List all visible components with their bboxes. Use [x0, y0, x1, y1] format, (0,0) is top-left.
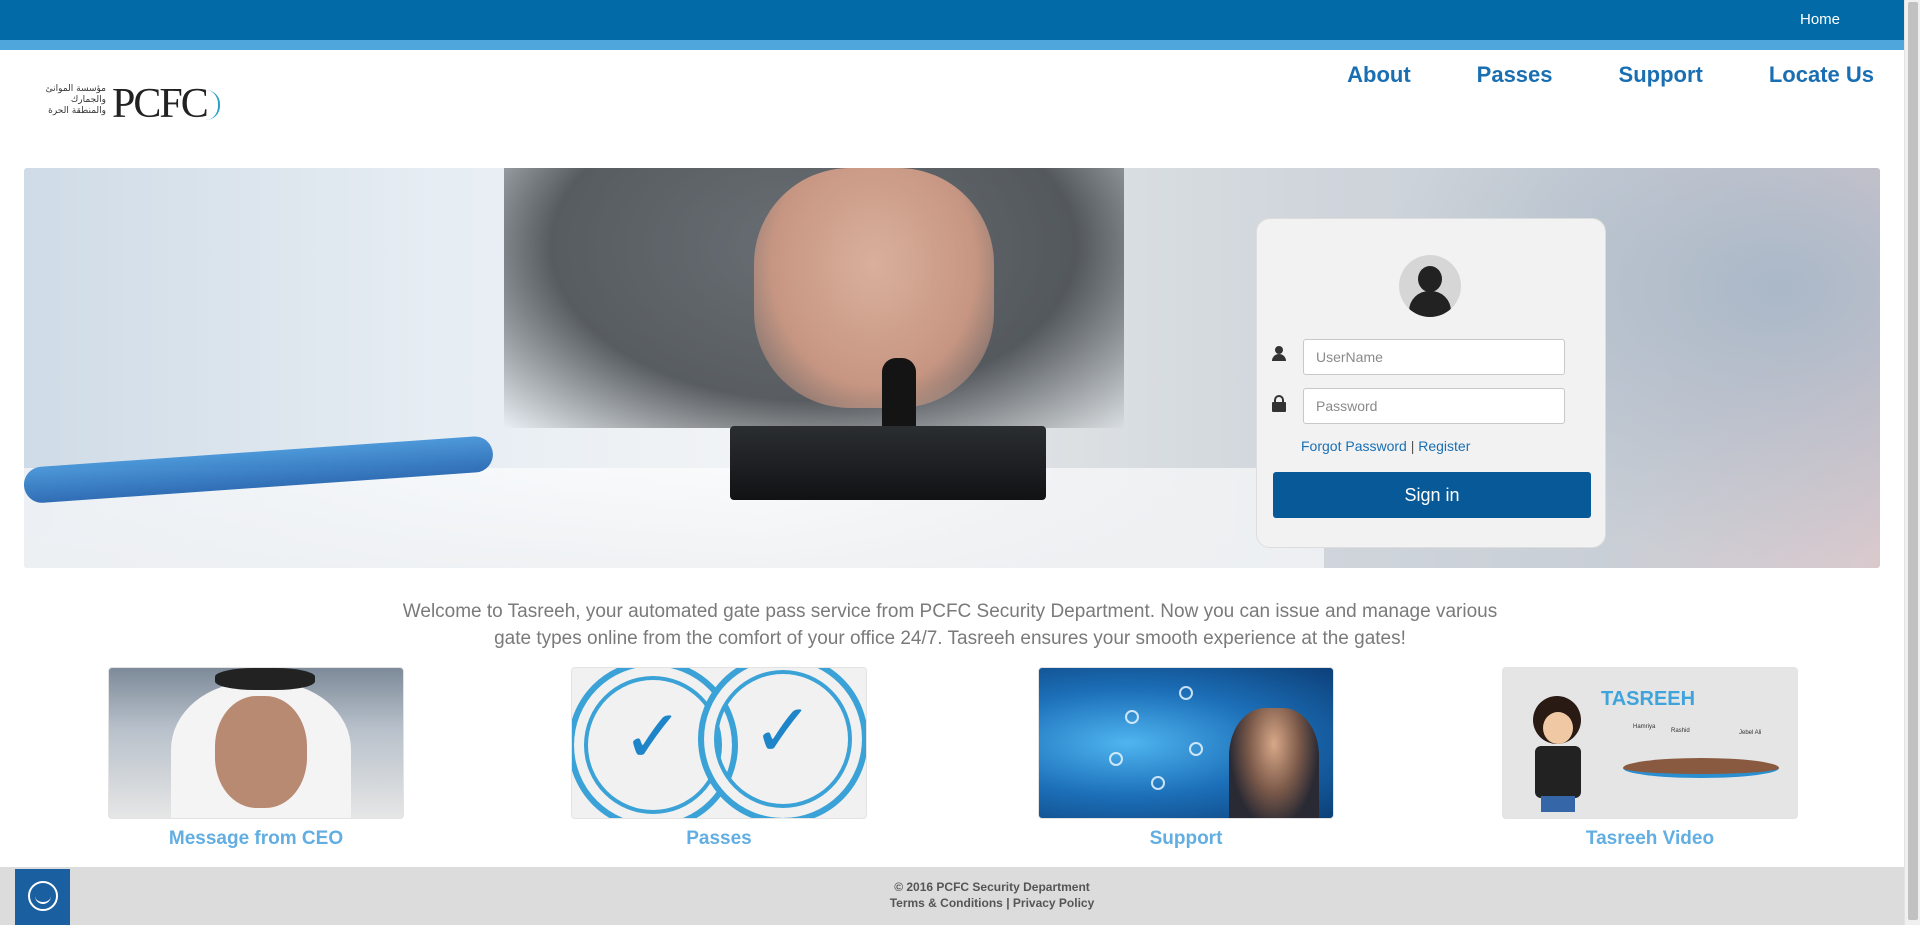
- main-nav: About Passes Support Locate Us: [1347, 62, 1874, 88]
- welcome-text: Welcome to Tasreeh, your automated gate …: [402, 601, 1498, 649]
- home-link[interactable]: Home: [1800, 11, 1840, 28]
- user-icon: [1271, 346, 1287, 362]
- username-row: [1271, 339, 1591, 375]
- nav-passes[interactable]: Passes: [1477, 62, 1553, 88]
- chat-button[interactable]: [15, 869, 70, 925]
- logo-text: PCFC: [112, 81, 209, 127]
- hero-stamp-base: [730, 426, 1046, 500]
- tile-video: TASREEH Hamriya Rashid Jebel Ali Tasreeh…: [1502, 667, 1798, 850]
- top-bar: Home: [0, 0, 1904, 40]
- ceo-image[interactable]: [108, 667, 404, 819]
- login-links: Forgot Password | Register: [1301, 438, 1470, 454]
- scrollbar[interactable]: [1904, 0, 1920, 925]
- top-bar-stripe: [0, 40, 1904, 50]
- tile-passes: ✓ ✓ Passes: [571, 667, 867, 850]
- hero-hand-shape: [754, 168, 994, 408]
- tile-support: Support: [1038, 667, 1334, 850]
- terms-link[interactable]: Terms & Conditions: [890, 896, 1003, 910]
- login-links-separator: |: [1410, 438, 1415, 454]
- tile-ceo: Message from CEO: [108, 667, 404, 850]
- lock-icon: [1271, 395, 1287, 412]
- tile-passes-label[interactable]: Passes: [571, 828, 867, 850]
- video-image[interactable]: TASREEH Hamriya Rashid Jebel Ali: [1502, 667, 1798, 819]
- pcfc-logo[interactable]: مؤسسة الموانئ والجمارك والمنطقة الحرة PC…: [36, 80, 226, 127]
- logo-arabic-text: مؤسسة الموانئ والجمارك والمنطقة الحرة: [45, 84, 106, 116]
- passes-image[interactable]: ✓ ✓: [571, 667, 867, 819]
- logo-arc-icon: [206, 90, 220, 120]
- username-input[interactable]: [1303, 339, 1565, 375]
- footer-copyright: © 2016 PCFC Security Department: [894, 880, 1090, 894]
- password-row: [1271, 388, 1591, 424]
- map-platform-icon: [1623, 758, 1779, 778]
- sign-in-button[interactable]: Sign in: [1273, 472, 1591, 518]
- tile-video-label[interactable]: Tasreeh Video: [1502, 828, 1798, 850]
- password-input[interactable]: [1303, 388, 1565, 424]
- nav-about[interactable]: About: [1347, 62, 1411, 88]
- privacy-link[interactable]: Privacy Policy: [1013, 896, 1094, 910]
- footer-separator: |: [1006, 896, 1010, 910]
- login-card: Forgot Password | Register Sign in: [1256, 218, 1606, 548]
- scroll-thumb[interactable]: [1908, 2, 1918, 920]
- footer: © 2016 PCFC Security Department Terms & …: [0, 867, 1904, 925]
- nav-support[interactable]: Support: [1619, 62, 1703, 88]
- page: Home مؤسسة الموانئ والجمارك والمنطقة الح…: [0, 0, 1920, 925]
- support-image[interactable]: [1038, 667, 1334, 819]
- register-link[interactable]: Register: [1418, 438, 1470, 454]
- forgot-password-link[interactable]: Forgot Password: [1301, 438, 1407, 454]
- avatar-icon: [1399, 255, 1461, 317]
- tile-ceo-label[interactable]: Message from CEO: [108, 828, 404, 850]
- tile-support-label[interactable]: Support: [1038, 828, 1334, 850]
- nav-locate-us[interactable]: Locate Us: [1769, 62, 1874, 88]
- video-image-title: TASREEH: [1601, 688, 1696, 710]
